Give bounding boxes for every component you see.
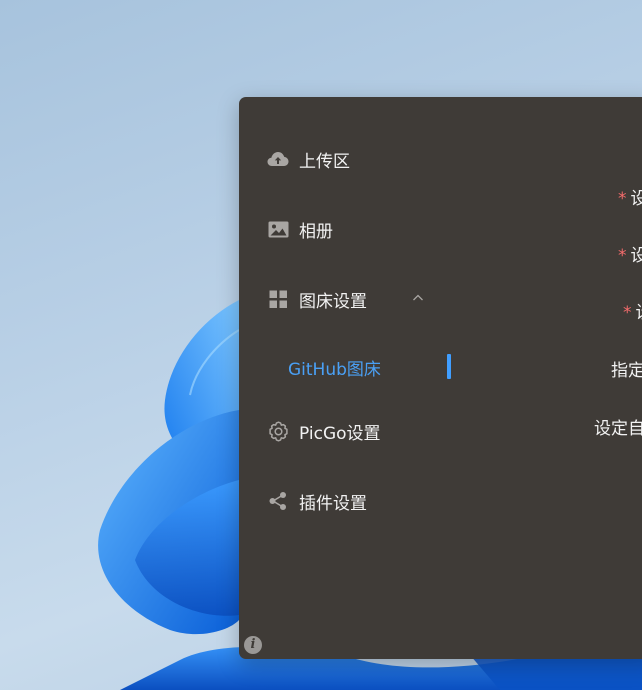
sidebar-item-label: 上传区 <box>299 151 350 172</box>
form-label-5: 设定自 <box>594 414 642 439</box>
submenu-item-label: GitHub图床 <box>288 359 381 380</box>
sidebar-item-label: 插件设置 <box>299 493 367 514</box>
form-label-text: 设定自 <box>594 419 642 439</box>
sidebar-item-label: 相册 <box>299 221 333 242</box>
github-settings-form: *设 *设 *设 指定 设定自 <box>469 97 642 659</box>
sidebar-item-label: PicGo设置 <box>299 423 381 444</box>
form-label-text: 设 <box>630 246 642 266</box>
sidebar-item-gallery[interactable]: 相册 <box>239 209 469 249</box>
form-label-3: *设 <box>623 298 642 323</box>
sidebar-item-upload[interactable]: 上传区 <box>239 139 469 179</box>
required-mark: * <box>623 303 632 323</box>
sidebar-menu: 上传区 相册 图床设置 GitHub图床 PicGo设置 插件设置 i <box>239 97 469 659</box>
info-icon[interactable]: i <box>244 636 262 654</box>
form-label-4: 指定 <box>611 356 642 381</box>
active-indicator <box>447 354 451 379</box>
submenu-item-github[interactable]: GitHub图床 <box>239 347 469 387</box>
form-label-text: 设 <box>636 303 642 323</box>
form-label-1: * 设 <box>618 184 642 209</box>
required-mark: * <box>618 246 627 266</box>
share-icon <box>267 490 289 512</box>
picgo-window: 上传区 相册 图床设置 GitHub图床 PicGo设置 插件设置 i * 设 … <box>239 97 642 659</box>
picture-icon <box>267 218 289 240</box>
cloud-upload-icon <box>267 148 289 170</box>
gear-icon <box>267 420 289 442</box>
form-label-2: * 设 <box>618 241 642 266</box>
sidebar-item-picgo-settings[interactable]: PicGo设置 <box>239 411 469 451</box>
sidebar-item-picbed-settings[interactable]: 图床设置 <box>239 279 469 319</box>
sidebar-item-plugin-settings[interactable]: 插件设置 <box>239 481 469 521</box>
sidebar-item-label: 图床设置 <box>299 291 367 312</box>
form-label-text: 设 <box>630 189 642 209</box>
form-label-text: 指定 <box>611 361 642 381</box>
grid-icon <box>267 288 289 310</box>
required-mark: * <box>618 189 627 209</box>
chevron-up-icon[interactable] <box>412 292 424 304</box>
